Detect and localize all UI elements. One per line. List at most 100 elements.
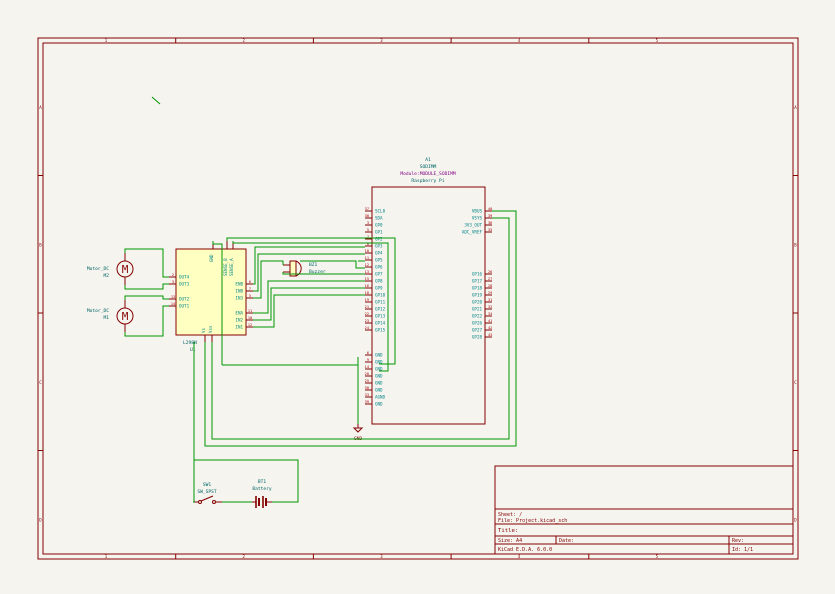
a1-pin-name: GP11 bbox=[375, 300, 386, 305]
u1-pin-number: 13 bbox=[171, 295, 175, 299]
l298n-driver[interactable]: 2 OUT4 3 OUT3 13 OUT2 14 OUT1 6 ENB 7 INB 5 IN3 11 ENA… bbox=[169, 241, 253, 353]
a1-pin-number: 15 bbox=[365, 277, 369, 281]
a1-pin-name: GP18 bbox=[472, 286, 483, 291]
battery-value: Battery bbox=[252, 486, 272, 492]
u1-pin-name: IN1 bbox=[235, 325, 243, 330]
u1-pin-number: 6 bbox=[249, 280, 251, 284]
a1-pin-name: SCL0 bbox=[375, 209, 386, 214]
a1-pin-name: GP5 bbox=[375, 258, 383, 263]
a1-pin-name: GND bbox=[375, 374, 383, 379]
a1-pin-name: GP27 bbox=[472, 328, 483, 333]
motor-m2[interactable]: M Motor_DC M2 bbox=[87, 253, 134, 285]
u1-pin-vs: Vs bbox=[201, 327, 206, 333]
a1-pin-number: 32 bbox=[488, 305, 492, 309]
buzzer-reference: BZ1 bbox=[309, 262, 318, 268]
a1-pin-name: GP16 bbox=[472, 272, 483, 277]
frame-column-bottom: 2 bbox=[242, 554, 245, 559]
a1-pin-number: 39 bbox=[365, 400, 369, 404]
a1-pin-name: GP14 bbox=[375, 321, 386, 326]
u1-pin-sense-b: SENSE_B bbox=[223, 258, 228, 276]
a1-pin-name: GP7 bbox=[375, 272, 383, 277]
motor-m1-letter: M bbox=[122, 310, 129, 323]
a1-pin-number: 41 bbox=[488, 319, 492, 323]
a1-pin-name: VSYS bbox=[472, 216, 483, 221]
u1-pin-number: 11 bbox=[248, 309, 252, 313]
u1-pin-name: OUT1 bbox=[179, 304, 190, 309]
title-block-date: Date: bbox=[559, 538, 574, 544]
a1-name: Raspberry Pi bbox=[411, 178, 444, 184]
a1-pin-number: 31 bbox=[488, 298, 492, 302]
u1-pin-number: 2 bbox=[172, 273, 174, 277]
a1-pin-name: GND bbox=[375, 353, 383, 358]
a1-pin-name: GP2 bbox=[375, 237, 383, 242]
battery-bt1[interactable]: BT1 Battery bbox=[252, 479, 272, 508]
a1-pin-name: GP3 bbox=[375, 244, 383, 249]
a1-pin-name: GP22 bbox=[472, 314, 483, 319]
title-block-file: File: Project.kicad_sch bbox=[498, 518, 567, 524]
a1-pin-number: 20 bbox=[365, 372, 369, 376]
frame-column-top: 3 bbox=[380, 38, 383, 43]
frame-column-bottom: 1 bbox=[105, 554, 108, 559]
a1-pin-name: GP15 bbox=[375, 328, 386, 333]
a1-pin-name: GP13 bbox=[375, 314, 386, 319]
a1-pin-number: 37 bbox=[365, 207, 369, 211]
title-block-id: Id: 1/1 bbox=[732, 547, 753, 553]
a1-pin-number: 12 bbox=[365, 263, 369, 267]
a1-pin-name: GP20 bbox=[472, 300, 483, 305]
a1-pin-number: 38 bbox=[365, 214, 369, 218]
u1-pin-number: 10 bbox=[248, 316, 252, 320]
a1-pin-number: 30 bbox=[365, 386, 369, 390]
a1-pin-number: 25 bbox=[365, 379, 369, 383]
a1-pin-name: GP9 bbox=[375, 286, 383, 291]
u1-pin-number: 7 bbox=[249, 287, 251, 291]
a1-pin-name: GP6 bbox=[375, 265, 383, 270]
a1-pin-number: 27 bbox=[488, 277, 492, 281]
a1-pin-number: 7 bbox=[367, 235, 369, 239]
u1-pin-name: IN3 bbox=[235, 296, 243, 301]
u1-pin-sense-a: SENSE_A bbox=[229, 258, 234, 276]
frame-row-right: C bbox=[794, 380, 797, 385]
title-block-rev: Rev: bbox=[732, 538, 744, 544]
frame-column-bottom: 4 bbox=[518, 554, 521, 559]
a1-pin-number: 26 bbox=[488, 270, 492, 274]
u1-pin-name: ENB bbox=[235, 282, 243, 287]
title-block[interactable]: Sheet: / File: Project.kicad_sch Title: … bbox=[494, 465, 794, 555]
stray-wire[interactable] bbox=[151, 96, 161, 105]
u1-pin-vss: Vss bbox=[208, 325, 213, 333]
a1-pin-name: GP0 bbox=[375, 223, 383, 228]
a1-pin-number: 22 bbox=[365, 312, 369, 316]
a1-pin-name: VBUS bbox=[472, 209, 483, 214]
a1-pin-number: 40 bbox=[488, 207, 492, 211]
a1-pin-name: GP1 bbox=[375, 230, 383, 235]
a1-pin-name: GP28 bbox=[472, 335, 483, 340]
a1-pin-number: 13 bbox=[365, 270, 369, 274]
frame-row-left: C bbox=[39, 380, 42, 385]
a1-pin-name: SDA bbox=[375, 216, 383, 221]
motor-m1-value: Motor_DC bbox=[87, 308, 109, 314]
a1-pin-number: 33 bbox=[365, 393, 369, 397]
a1-pin-number: 24 bbox=[365, 326, 369, 330]
switch-reference: SW1 bbox=[203, 482, 212, 488]
frame-row-left: B bbox=[39, 243, 42, 248]
a1-pin-number: 10 bbox=[365, 249, 369, 253]
u1-pin-name: OUT4 bbox=[179, 275, 190, 280]
u1-pin-name: INB bbox=[235, 289, 243, 294]
frame-row-right: A bbox=[794, 105, 797, 110]
a1-footprint: Module:MODULE_SODIMM bbox=[400, 171, 456, 177]
a1-pin-name: GP4 bbox=[375, 251, 383, 256]
a1-pin-name: ADC_VREF bbox=[462, 230, 483, 235]
frame-column-bottom: 5 bbox=[656, 554, 659, 559]
schematic-sheet[interactable]: 1122334455A AB BC CD D A1 SODIMM Module:MODU… bbox=[0, 0, 835, 594]
a1-pin-number: 28 bbox=[488, 284, 492, 288]
raspberry-pi-module[interactable]: A1 SODIMM Module:MODULE_SODIMM Raspberry… bbox=[365, 157, 493, 425]
a1-pin-name: GND bbox=[375, 402, 383, 407]
a1-pin-name: GND bbox=[375, 388, 383, 393]
motor-m2-reference: M2 bbox=[103, 273, 109, 279]
a1-pin-number: 3 bbox=[367, 221, 369, 225]
a1-pin-name: 3V3_OUT bbox=[464, 223, 482, 228]
title-block-tool: KiCad E.D.A. 6.0.0 bbox=[498, 547, 552, 553]
switch-sw1[interactable]: SW1 SW_SPST bbox=[193, 482, 222, 504]
motor-m1[interactable]: M Motor_DC M1 bbox=[87, 300, 134, 332]
switch-value: SW_SPST bbox=[197, 489, 217, 495]
a1-pin-number: 18 bbox=[365, 291, 369, 295]
